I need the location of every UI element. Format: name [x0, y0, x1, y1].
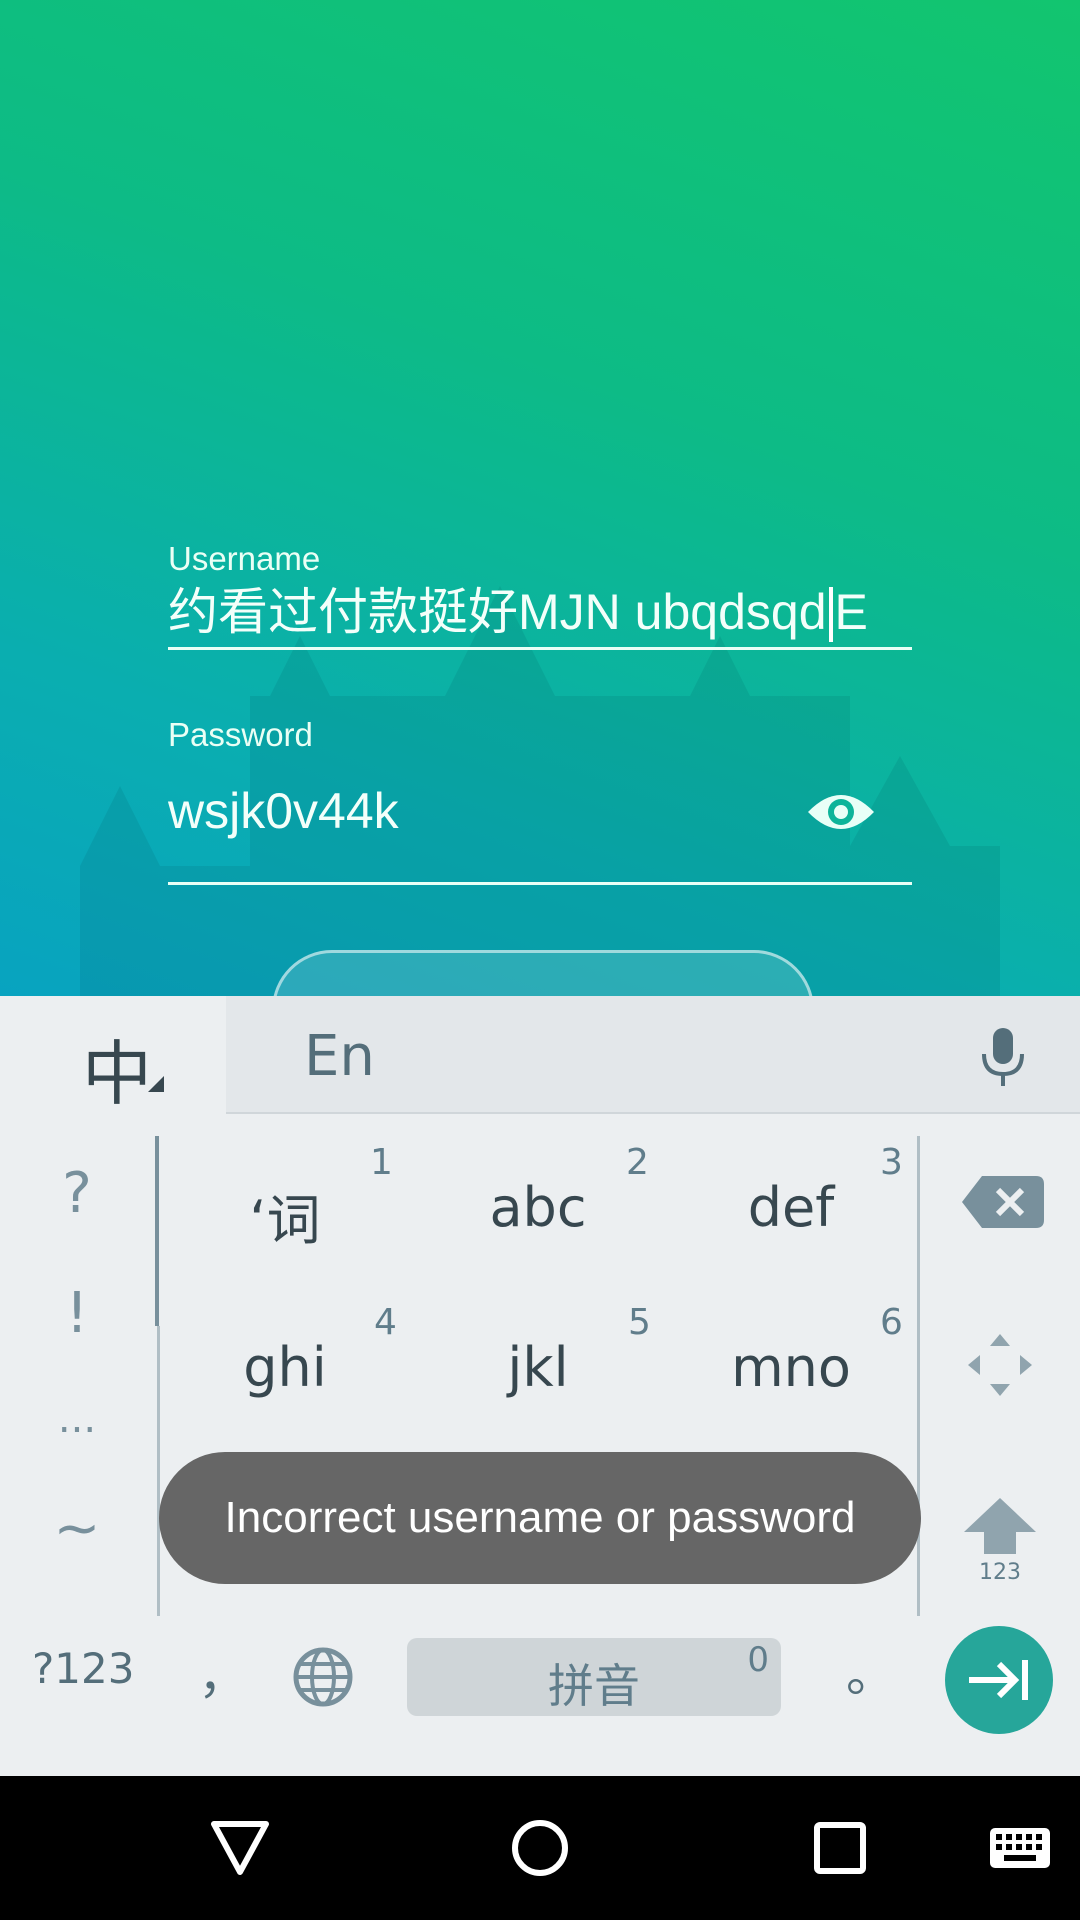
keyboard-top-bar: 中 En — [0, 996, 1080, 1115]
enter-arrow-icon — [969, 1660, 1028, 1700]
comma-key[interactable]: ， — [198, 1636, 248, 1708]
language-switch-key[interactable]: 中 — [0, 996, 226, 1115]
symbol-question[interactable]: ? — [0, 1161, 154, 1226]
soft-keyboard: 中 En ? ! ... ~ ‘词 1 abc 2 def 3 ghi 4 jk… — [0, 996, 1080, 1776]
login-button[interactable] — [272, 950, 814, 996]
key-3[interactable]: def — [666, 1176, 916, 1239]
symbol-tilde[interactable]: ~ — [0, 1496, 154, 1561]
key-4-num: 4 — [374, 1302, 397, 1343]
password-input[interactable]: wsjk0v44k — [168, 782, 768, 846]
key-5[interactable]: jkl — [413, 1336, 663, 1399]
login-background: Username 约看过付款挺好MJN ubqdsqd E Password ws… — [0, 0, 1080, 996]
key-5-num: 5 — [628, 1302, 651, 1343]
shift-arrow-icon[interactable] — [920, 1496, 1080, 1556]
password-label: Password — [168, 716, 313, 753]
microphone-icon[interactable] — [978, 1026, 1028, 1088]
username-underline — [168, 647, 912, 650]
home-icon[interactable] — [510, 1818, 570, 1878]
text-caret — [828, 586, 833, 642]
key-4[interactable]: ghi — [160, 1336, 410, 1399]
candidate-en[interactable]: En — [304, 1024, 375, 1089]
username-text: 约看过付款挺好MJN ubqdsqd — [168, 584, 827, 640]
symbol-exclamation[interactable]: ! — [0, 1281, 154, 1346]
eye-icon[interactable] — [806, 784, 876, 840]
key-3-num: 3 — [880, 1142, 903, 1183]
password-underline — [168, 882, 912, 885]
space-num: 0 — [747, 1640, 769, 1680]
back-icon[interactable] — [210, 1820, 270, 1876]
recents-icon[interactable] — [812, 1820, 868, 1876]
corner-triangle-icon — [148, 1076, 164, 1092]
key-6[interactable]: mno — [666, 1336, 916, 1399]
username-input[interactable]: 约看过付款挺好MJN ubqdsqd E — [168, 572, 912, 642]
key-1[interactable]: ‘词 — [160, 1176, 410, 1255]
key-2[interactable]: abc — [413, 1176, 663, 1239]
language-label: 中 — [82, 1033, 152, 1115]
candidate-bar: En — [226, 996, 1080, 1114]
symbols-mode-key[interactable]: ?123 — [32, 1644, 134, 1693]
symbol-scrollbar[interactable] — [155, 1136, 159, 1326]
keyboard-bottom-row: ?123 ， 拼音 0 。 — [0, 1616, 1080, 1746]
error-toast: Incorrect username or password — [159, 1452, 921, 1584]
navigation-bar — [0, 1776, 1080, 1920]
key-6-num: 6 — [880, 1302, 903, 1343]
globe-icon[interactable] — [292, 1646, 354, 1708]
enter-key[interactable] — [945, 1626, 1053, 1734]
backspace-icon[interactable] — [920, 1172, 1080, 1232]
cursor-move-icon[interactable] — [920, 1332, 1080, 1398]
keyboard-switch-icon[interactable] — [988, 1826, 1052, 1870]
shift-123-label: 123 — [979, 1560, 1021, 1585]
key-2-num: 2 — [626, 1142, 649, 1183]
symbol-ellipsis[interactable]: ... — [0, 1396, 154, 1442]
username-text-tail: E — [834, 584, 868, 640]
period-key[interactable]: 。 — [846, 1634, 896, 1706]
space-label: 拼音 — [548, 1659, 640, 1713]
key-1-num: 1 — [370, 1142, 393, 1183]
space-key[interactable]: 拼音 0 — [407, 1638, 781, 1716]
